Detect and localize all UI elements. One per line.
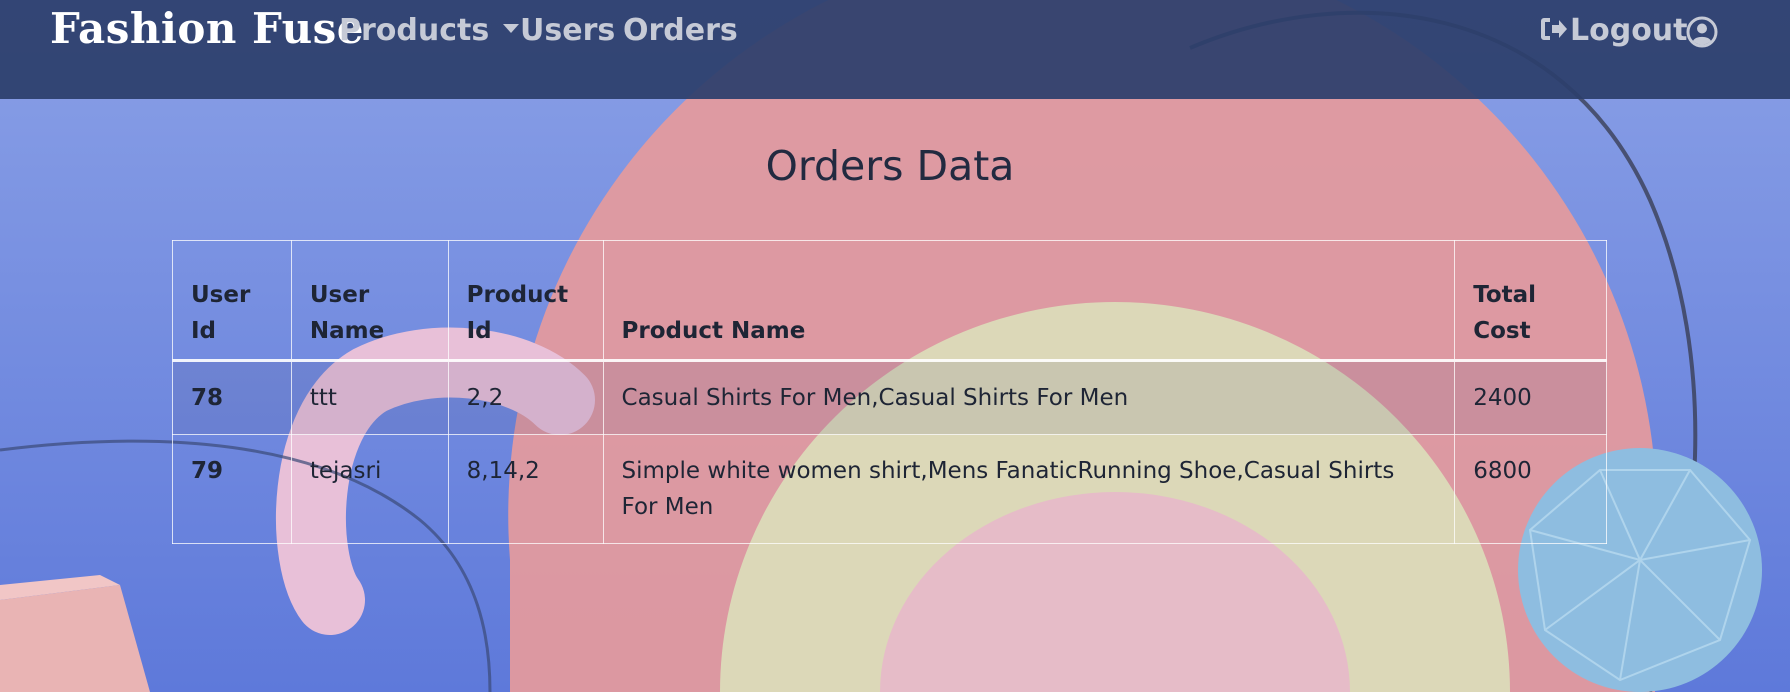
header-product-name: Product Name xyxy=(602,240,1456,362)
cell-total-cost: 2400 xyxy=(1454,360,1607,435)
top-navbar: Fashion Fuse Products Users Orders Logou… xyxy=(0,0,1790,99)
cell-total-cost: 6800 xyxy=(1454,434,1607,544)
nav-users[interactable]: Users xyxy=(520,13,615,48)
cell-user-id: 79 xyxy=(172,434,292,544)
header-user-id: User Id xyxy=(172,240,292,362)
sign-out-icon xyxy=(1541,17,1567,40)
caret-down-icon xyxy=(503,24,520,33)
cell-user-name: tejasri xyxy=(290,434,449,544)
nav-products-dropdown[interactable]: Products xyxy=(339,13,520,48)
logout-label: Logout xyxy=(1570,13,1688,48)
header-product-id: Product Id xyxy=(447,240,604,362)
table-row: 79 tejasri 8,14,2 Simple white women shi… xyxy=(172,434,1607,544)
cell-user-name: ttt xyxy=(290,360,449,435)
cell-product-id: 2,2 xyxy=(447,360,604,435)
cell-product-name: Simple white women shirt,Mens FanaticRun… xyxy=(602,434,1456,544)
header-total-cost: Total Cost xyxy=(1454,240,1607,362)
cell-product-name: Casual Shirts For Men,Casual Shirts For … xyxy=(602,360,1456,435)
table-row: 78 ttt 2,2 Casual Shirts For Men,Casual … xyxy=(172,360,1607,435)
logout-button[interactable]: Logout xyxy=(1540,13,1688,48)
brand-logo[interactable]: Fashion Fuse xyxy=(50,4,364,53)
page-title: Orders Data xyxy=(765,142,1015,190)
cell-user-id: 78 xyxy=(172,360,292,435)
header-user-name: User Name xyxy=(290,240,449,362)
user-circle-icon[interactable] xyxy=(1686,16,1718,48)
cell-product-id: 8,14,2 xyxy=(447,434,604,544)
table-header-row: User Id User Name Product Id Product Nam… xyxy=(172,240,1607,362)
nav-orders[interactable]: Orders xyxy=(623,13,738,48)
nav-products-label: Products xyxy=(339,13,490,48)
orders-table: User Id User Name Product Id Product Nam… xyxy=(172,240,1607,544)
